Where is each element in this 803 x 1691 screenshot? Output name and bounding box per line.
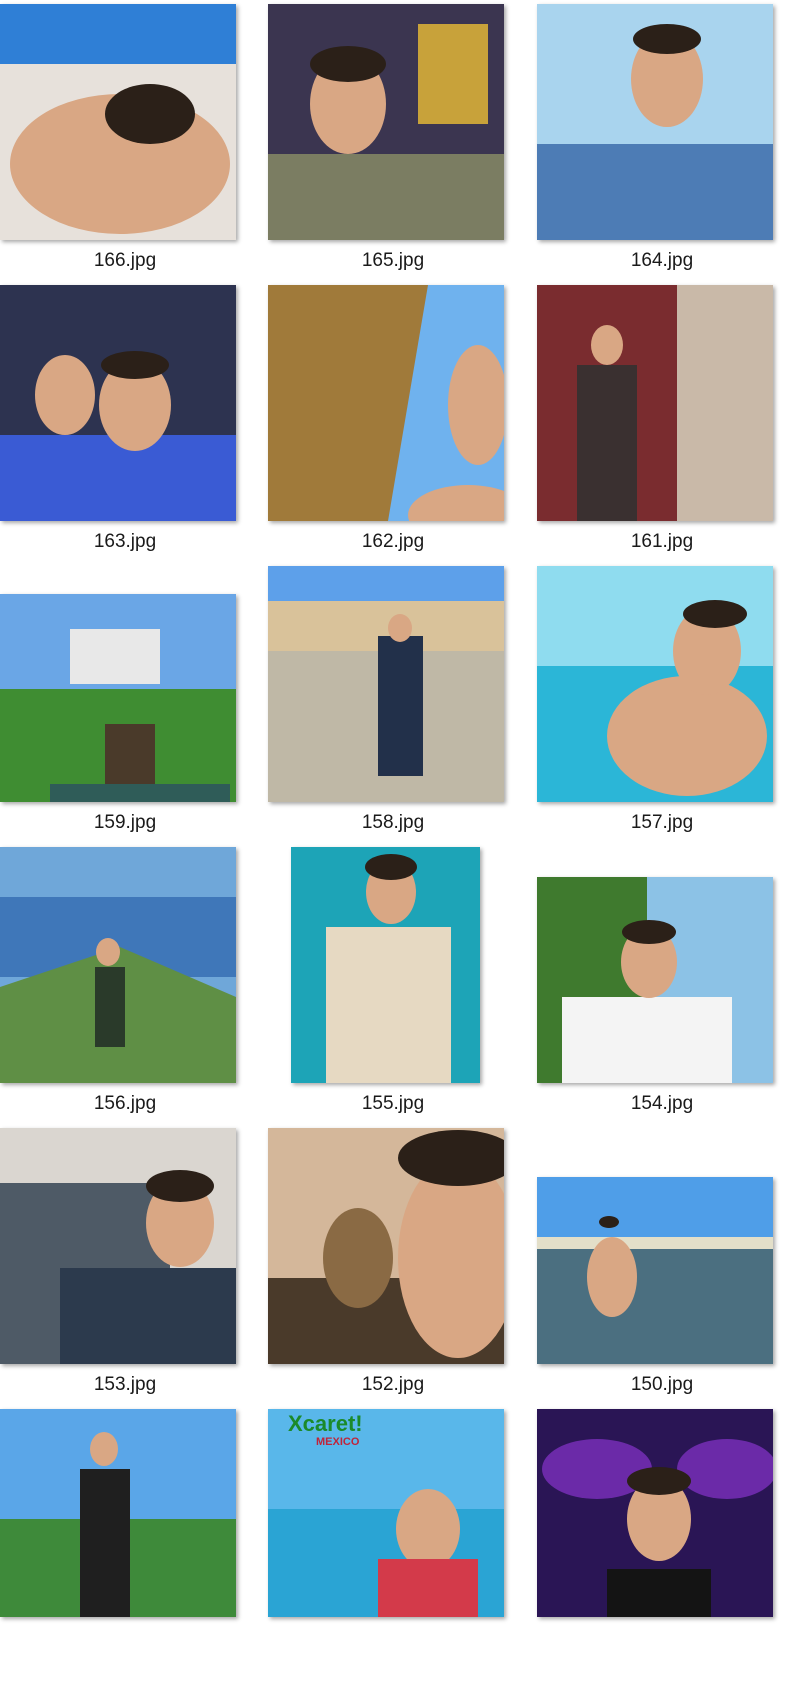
file-item-156[interactable]: 156.jpg [0,847,270,1129]
photo-thumbnail-icon [0,4,236,240]
file-name: 152.jpg [361,1374,425,1395]
photo-thumbnail-icon [0,285,236,521]
photo-thumbnail-icon [537,1177,773,1364]
file-name: 165.jpg [361,250,425,271]
file-name: 162.jpg [361,531,425,552]
file-item-row6-1[interactable] [0,1409,270,1691]
svg-text:MEXICO: MEXICO [316,1436,360,1448]
file-name: 159.jpg [93,812,157,833]
file-item-153[interactable]: 153.jpg [0,1128,270,1410]
file-name: 164.jpg [630,250,694,271]
photo-thumbnail-icon [268,4,504,240]
file-item-row6-3[interactable] [537,1409,803,1691]
file-name: 166.jpg [93,250,157,271]
file-name: 161.jpg [630,531,694,552]
svg-text:Xcaret!: Xcaret! [288,1411,363,1436]
sky [0,4,236,74]
photo-thumbnail-icon: Xcaret! MEXICO [268,1409,504,1617]
file-item-150[interactable]: 150.jpg [537,1128,803,1410]
file-name: 150.jpg [630,1374,694,1395]
file-name: 154.jpg [630,1093,694,1114]
file-item-158[interactable]: 158.jpg [268,566,538,848]
file-item-161[interactable]: 161.jpg [537,285,803,567]
photo-thumbnail-icon [268,285,504,521]
photo-thumbnail-icon [0,594,236,802]
photo-thumbnail-icon [537,4,773,240]
file-item-154[interactable]: 154.jpg [537,847,803,1129]
file-name: 158.jpg [361,812,425,833]
file-item-163[interactable]: 163.jpg [0,285,270,567]
photo-thumbnail-icon [537,877,773,1083]
file-item-166[interactable]: 166.jpg [0,4,270,286]
photo-thumbnail-icon [0,1409,236,1617]
file-item-row6-2[interactable]: Xcaret! MEXICO [268,1409,538,1691]
photo-thumbnail-icon [268,566,504,802]
photo-thumbnail-icon [268,1128,504,1364]
file-item-152[interactable]: 152.jpg [268,1128,538,1410]
file-item-162[interactable]: 162.jpg [268,285,538,567]
file-name: 157.jpg [630,812,694,833]
file-item-164[interactable]: 164.jpg [537,4,803,286]
file-item-165[interactable]: 165.jpg [268,4,538,286]
file-item-157[interactable]: 157.jpg [537,566,803,848]
photo-thumbnail-icon [537,285,773,521]
photo-thumbnail-icon [537,566,773,802]
photo-thumbnail-icon [537,1409,773,1617]
file-name: 155.jpg [361,1093,425,1114]
photo-thumbnail-icon [0,847,236,1083]
photo-thumbnail-icon [0,1128,236,1364]
file-name: 156.jpg [93,1093,157,1114]
file-item-159[interactable]: 159.jpg [0,566,270,848]
file-name: 153.jpg [93,1374,157,1395]
file-item-155[interactable]: 155.jpg [268,847,538,1129]
photo-thumbnail-icon [291,847,480,1083]
file-name: 163.jpg [93,531,157,552]
